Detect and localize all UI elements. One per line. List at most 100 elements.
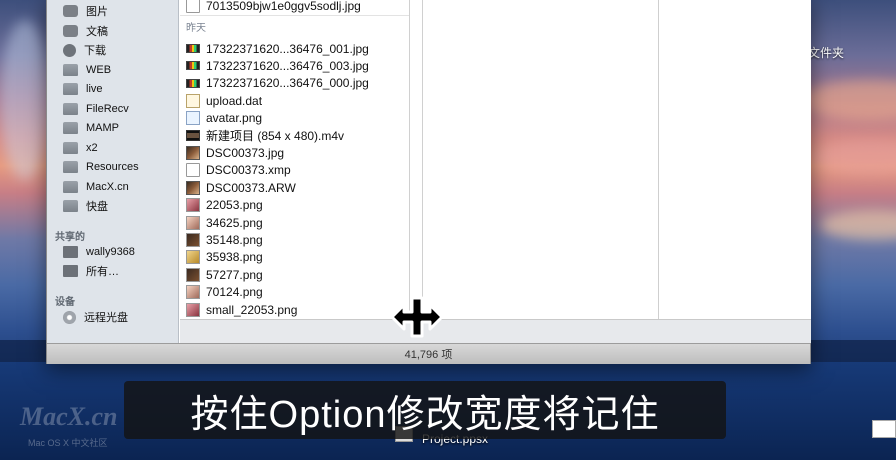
section-heading-yesterday: 昨天: [186, 23, 206, 34]
folder-icon: [63, 200, 78, 212]
file-row[interactable]: upload.dat: [186, 92, 262, 109]
sidebar-item[interactable]: wally9368: [63, 243, 135, 261]
sidebar-item-label: wally9368: [86, 246, 135, 258]
file-icon: [186, 93, 200, 108]
sidebar-item[interactable]: live: [63, 80, 103, 98]
file-name: 35148.png: [206, 232, 263, 247]
file-row[interactable]: 22053.png: [186, 197, 263, 214]
sidebar-item[interactable]: x2: [63, 139, 98, 157]
file-name: 17322371620...36476_000.jpg: [206, 76, 369, 91]
file-row[interactable]: 17322371620...36476_001.jpg: [186, 40, 369, 57]
sidebar-item[interactable]: 图片: [63, 2, 108, 20]
folder-icon: [63, 161, 78, 173]
file-row[interactable]: DSC00373.jpg: [186, 144, 284, 161]
sidebar-item[interactable]: MAMP: [63, 119, 119, 137]
file-name: 35938.png: [206, 250, 263, 265]
file-icon: [186, 78, 200, 88]
file-name: 17322371620...36476_003.jpg: [206, 58, 369, 73]
horizontal-scrollbar[interactable]: [180, 319, 811, 343]
file-name: 57277.png: [206, 267, 263, 282]
file-name: small_22053.png: [206, 302, 298, 317]
column-divider[interactable]: [411, 0, 423, 319]
desktop-cloud: [820, 210, 896, 240]
desktop-cloud: [0, 20, 50, 180]
section-separator: [180, 15, 409, 16]
file-icon: [186, 0, 200, 13]
file-row[interactable]: 57277.png: [186, 266, 263, 283]
file-row[interactable]: avatar.png: [186, 110, 262, 127]
sidebar-item-label: 快盘: [86, 201, 108, 213]
file-name: avatar.png: [206, 111, 263, 126]
file-icon: [186, 232, 200, 247]
file-name: DSC00373.ARW: [206, 180, 296, 195]
sidebar-item-label: WEB: [86, 63, 112, 76]
file-row[interactable]: 7013509bjw1e0ggv5sodlj.jpg: [186, 0, 361, 14]
sidebar-item[interactable]: 所有…: [63, 262, 119, 280]
file-row[interactable]: 17322371620...36476_000.jpg: [186, 75, 369, 92]
folder-icon: [63, 122, 78, 134]
documents-icon: [63, 24, 78, 37]
sidebar-item[interactable]: Resources: [63, 158, 139, 176]
file-row[interactable]: 35148.png: [186, 231, 263, 248]
file-name: 22053.png: [206, 198, 263, 213]
status-bar: 41,796 项: [47, 343, 810, 364]
file-row[interactable]: 35938.png: [186, 249, 263, 266]
camera-icon: [63, 5, 78, 17]
file-icon: [186, 250, 200, 265]
preview-column[interactable]: [423, 0, 659, 319]
resize-cursor-icon: [390, 296, 444, 338]
file-row[interactable]: small_22053.png: [186, 301, 297, 318]
network-icon: [63, 265, 78, 277]
sidebar-item[interactable]: 下载: [63, 41, 106, 59]
file-name: DSC00373.jpg: [206, 145, 285, 160]
sidebar-item-label: 远程光盘: [84, 312, 128, 324]
sidebar-item[interactable]: 远程光盘: [63, 308, 128, 326]
folder-icon: [63, 102, 78, 115]
file-icon: [186, 180, 200, 195]
sidebar-item-label: 图片: [86, 6, 108, 18]
sidebar-item-label: MAMP: [86, 122, 119, 134]
file-icon: [186, 198, 200, 213]
sidebar-item[interactable]: 快盘: [63, 197, 108, 215]
file-row[interactable]: 17322371620...36476_003.jpg: [186, 57, 369, 74]
sidebar-item-label: 所有…: [86, 266, 119, 278]
file-name: 17322371620...36476_001.jpg: [206, 41, 369, 56]
sidebar-item-label: 下载: [84, 45, 106, 57]
file-icon: [186, 163, 200, 178]
file-name: 新建项目 (854 x 480).m4v: [206, 129, 345, 143]
item-count: 41,796 项: [404, 349, 453, 361]
desktop-cloud: [800, 80, 896, 120]
file-row[interactable]: DSC00373.xmp: [186, 162, 291, 179]
file-name: upload.dat: [206, 93, 263, 108]
sidebar-item-label: 文稿: [86, 25, 108, 38]
sidebar-item-label: x2: [86, 141, 98, 154]
file-icon: [186, 302, 200, 317]
file-icon: [186, 145, 200, 160]
desktop-folder-label[interactable]: 文件夹: [808, 44, 844, 61]
sidebar-item-label: Resources: [86, 161, 139, 173]
folder-icon: [63, 141, 78, 154]
file-row[interactable]: 新建项目 (854 x 480).m4v: [186, 127, 344, 144]
sidebar-item[interactable]: WEB: [63, 61, 111, 79]
folder-icon: [63, 63, 78, 76]
file-row[interactable]: 70124.png: [186, 284, 263, 301]
sidebar-item[interactable]: FileRecv: [63, 100, 129, 118]
sidebar-item[interactable]: MacX.cn: [63, 178, 129, 196]
file-row[interactable]: 34625.png: [186, 214, 263, 231]
file-name: 70124.png: [206, 285, 263, 300]
sidebar-item-label: MacX.cn: [86, 180, 129, 193]
file-name: 7013509bjw1e0ggv5sodlj.jpg: [206, 0, 361, 13]
video-caption: 按住Option修改宽度将记住: [124, 381, 726, 439]
folder-icon: [63, 83, 78, 95]
sidebar-heading: 共享的: [55, 232, 85, 243]
watermark-logo: MacX.cn: [20, 402, 118, 431]
app-icon[interactable]: [872, 420, 896, 438]
file-row[interactable]: DSC00373.ARW: [186, 179, 296, 196]
file-column[interactable]: 7013509bjw1e0ggv5sodlj.jpg 昨天 1732237162…: [180, 0, 410, 319]
folder-icon: [63, 180, 78, 193]
download-icon: [63, 43, 76, 57]
file-icon: [186, 215, 200, 230]
file-name: DSC00373.xmp: [206, 163, 291, 178]
sidebar-item[interactable]: 文稿: [63, 22, 108, 40]
empty-column[interactable]: [659, 0, 811, 319]
